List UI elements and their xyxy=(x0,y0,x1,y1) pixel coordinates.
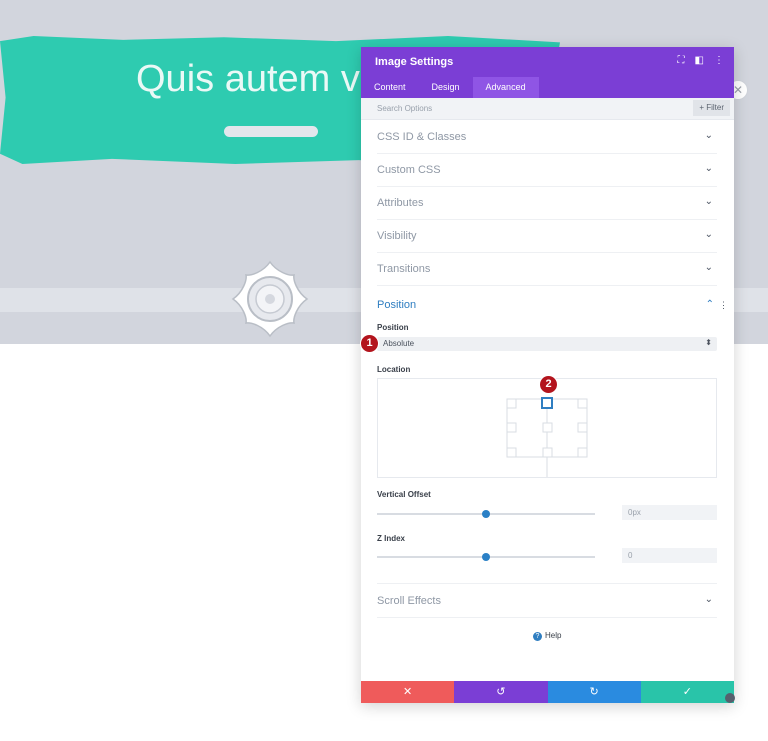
chevron-down-icon: ⌄ xyxy=(704,594,713,605)
cancel-button[interactable]: ✕ xyxy=(361,681,455,703)
section-css-id-classes[interactable]: CSS ID & Classes ⌄ xyxy=(377,120,717,154)
vertical-offset-input[interactable]: 0px xyxy=(622,505,717,520)
position-select-value: Absolute xyxy=(383,339,415,348)
section-label: Visibility xyxy=(377,230,417,242)
vertical-offset-slider-thumb[interactable] xyxy=(482,510,490,518)
location-label: Location xyxy=(377,365,411,374)
hero-divider-pill xyxy=(224,126,318,137)
step-marker-1: 1 xyxy=(360,334,379,353)
panel-footer: ✕ ↺ ↻ ✓ xyxy=(361,681,734,703)
step-marker-2: 2 xyxy=(539,375,558,394)
section-transitions[interactable]: Transitions ⌄ xyxy=(377,252,717,286)
z-index-slider-thumb[interactable] xyxy=(482,553,490,561)
hero-heading: Quis autem v xyxy=(136,58,360,100)
panel-title: Image Settings xyxy=(375,56,454,68)
search-bar: Search Options + Filter xyxy=(361,98,734,120)
z-index-label: Z Index xyxy=(377,534,406,543)
undo-button[interactable]: ↺ xyxy=(454,681,548,703)
section-label: CSS ID & Classes xyxy=(377,131,467,143)
more-options-icon[interactable]: ⋮ xyxy=(714,55,724,66)
filter-button[interactable]: + Filter xyxy=(693,100,730,116)
chevron-down-icon: ⌄ xyxy=(704,196,713,207)
select-arrows-icon: ⬍ xyxy=(705,338,712,347)
help-link[interactable]: ? Help xyxy=(533,631,561,641)
section-label: Attributes xyxy=(377,197,424,209)
section-scroll-effects[interactable]: Scroll Effects ⌄ xyxy=(377,583,717,618)
help-icon: ? xyxy=(533,632,542,641)
resize-handle-icon[interactable] xyxy=(725,693,735,703)
vertical-offset-label: Vertical Offset xyxy=(377,490,431,499)
split-view-icon[interactable]: ◧ xyxy=(695,55,704,66)
tab-advanced[interactable]: Advanced xyxy=(472,77,539,98)
section-options-icon[interactable]: ⋮ xyxy=(719,300,728,311)
tab-content[interactable]: Content xyxy=(361,77,419,98)
chevron-down-icon: ⌄ xyxy=(704,262,713,273)
save-button[interactable]: ✓ xyxy=(640,681,734,703)
section-label: Scroll Effects xyxy=(377,595,441,607)
section-custom-css[interactable]: Custom CSS ⌄ xyxy=(377,153,717,187)
tab-design[interactable]: Design xyxy=(419,77,473,98)
chevron-down-icon: ⌄ xyxy=(704,229,713,240)
search-input[interactable]: Search Options xyxy=(377,104,432,113)
flower-emblem-icon[interactable] xyxy=(231,260,309,343)
position-field-label: Position xyxy=(377,323,409,332)
z-index-input[interactable]: 0 xyxy=(622,548,717,563)
section-label: Custom CSS xyxy=(377,164,441,176)
section-position-title[interactable]: Position xyxy=(377,299,416,311)
chevron-down-icon: ⌄ xyxy=(704,163,713,174)
chevron-down-icon: ⌄ xyxy=(704,130,713,141)
help-label: Help xyxy=(545,631,562,640)
section-attributes[interactable]: Attributes ⌄ xyxy=(377,186,717,220)
fullscreen-icon[interactable]: ⛶ xyxy=(678,55,685,66)
chevron-up-icon[interactable]: ⌃ xyxy=(706,299,714,310)
section-visibility[interactable]: Visibility ⌄ xyxy=(377,219,717,253)
panel-header: Image Settings ⛶ ◧ ⋮ xyxy=(361,47,734,77)
redo-button[interactable]: ↻ xyxy=(547,681,641,703)
section-label: Transitions xyxy=(377,263,431,275)
settings-tabs: Content Design Advanced xyxy=(361,77,734,98)
position-select[interactable]: Absolute ⬍ xyxy=(377,337,717,351)
